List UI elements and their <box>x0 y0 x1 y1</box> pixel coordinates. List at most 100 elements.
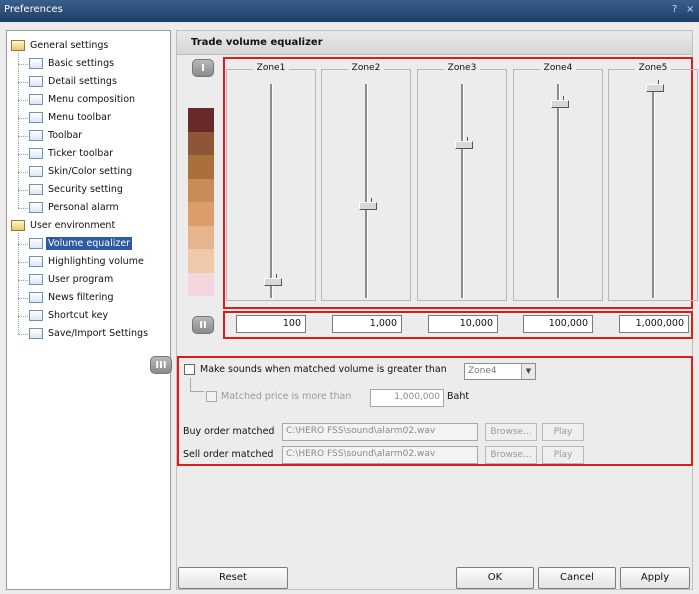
indent-connector <box>190 378 204 392</box>
tree-item-label: News filtering <box>48 292 114 303</box>
page-icon <box>29 58 43 69</box>
tree-connector <box>18 244 28 245</box>
tree-connector <box>18 154 28 155</box>
matched-price-unit: Baht <box>447 391 470 402</box>
sell-browse-button[interactable]: Browse... <box>485 446 537 464</box>
zone-slider-group: Zone5 <box>608 63 698 301</box>
zone-select-value: Zone4 <box>468 366 497 376</box>
color-scale-segment <box>188 202 214 226</box>
page-icon <box>29 130 43 141</box>
tree-item-label: Detail settings <box>48 76 117 87</box>
buy-browse-button[interactable]: Browse... <box>485 423 537 441</box>
tree-item-label: Volume equalizer <box>46 237 133 250</box>
chevron-down-icon[interactable]: ▼ <box>521 364 535 379</box>
ok-button[interactable]: OK <box>456 567 534 589</box>
tree-item-label: Toolbar <box>48 130 83 141</box>
zone-label-wrap: Zone5 <box>609 63 697 73</box>
zone-label: Zone1 <box>252 63 290 73</box>
tree-branch-line <box>18 53 19 208</box>
section-one-badge: I <box>192 59 214 77</box>
page-icon <box>29 256 43 267</box>
slider-thumb[interactable] <box>646 84 664 92</box>
color-scale-segment <box>188 155 214 179</box>
panel-header: Trade volume equalizer <box>177 31 692 55</box>
tree-item-label: Ticker toolbar <box>48 148 114 159</box>
page-icon <box>29 202 43 213</box>
tree-item-label: Highlighting volume <box>48 256 144 267</box>
make-sounds-checkbox[interactable] <box>184 364 195 375</box>
slider-thumb[interactable] <box>264 277 282 286</box>
tree-item-label: User program <box>48 274 114 285</box>
buy-play-button[interactable]: Play <box>542 423 584 441</box>
close-icon[interactable]: × <box>686 4 694 15</box>
zone-slider-group: Zone3 <box>417 63 507 301</box>
tree-connector <box>18 208 28 209</box>
tree-item-label: Shortcut key <box>48 310 109 321</box>
matched-price-label: Matched price is more than <box>221 391 352 402</box>
color-scale-segment <box>188 178 214 202</box>
slider-track[interactable] <box>652 84 655 298</box>
tree-connector <box>18 136 28 137</box>
slider-thumb[interactable] <box>359 202 377 211</box>
slider-track[interactable] <box>461 84 464 298</box>
make-sounds-label: Make sounds when matched volume is great… <box>200 364 447 375</box>
reset-button[interactable]: Reset <box>178 567 288 589</box>
help-icon[interactable]: ? <box>672 4 677 15</box>
zone-value-input[interactable]: 10,000 <box>428 315 498 333</box>
sell-play-button[interactable]: Play <box>542 446 584 464</box>
tree-item-label: Skin/Color setting <box>48 166 133 177</box>
tree-item-label: Save/Import Settings <box>48 328 149 339</box>
zone-label-wrap: Zone1 <box>227 63 315 73</box>
settings-tree: General settings Basic settings Detail set… <box>6 30 171 590</box>
page-icon <box>29 328 43 339</box>
slider-thumb[interactable] <box>455 141 473 150</box>
zone-value-input[interactable]: 1,000,000 <box>619 315 689 333</box>
zone-label: Zone3 <box>443 63 481 73</box>
zone-label-wrap: Zone4 <box>514 63 602 73</box>
page-icon <box>29 148 43 159</box>
tree-item-label: User environment <box>30 220 116 231</box>
tree-item-label: Menu composition <box>48 94 136 105</box>
page-icon <box>29 292 43 303</box>
zone-value-input[interactable]: 100,000 <box>523 315 593 333</box>
tree-connector <box>18 172 28 173</box>
tree-connector <box>18 280 28 281</box>
folder-icon <box>11 220 25 231</box>
sell-sound-path[interactable]: C:\HERO FSS\sound\alarm02.wav <box>282 446 478 464</box>
zone-slider-group: Zone4 <box>513 63 603 301</box>
panel-title: Trade volume equalizer <box>191 37 323 48</box>
tree-connector <box>18 298 28 299</box>
page-icon <box>29 112 43 123</box>
apply-button[interactable]: Apply <box>620 567 690 589</box>
slider-track[interactable] <box>557 84 560 298</box>
page-icon <box>29 184 43 195</box>
zone-value-input[interactable]: 1,000 <box>332 315 402 333</box>
cancel-button[interactable]: Cancel <box>538 567 616 589</box>
sell-order-label: Sell order matched <box>183 449 274 460</box>
matched-price-checkbox[interactable] <box>206 391 217 402</box>
page-icon <box>29 76 43 87</box>
slider-track[interactable] <box>365 84 368 298</box>
buy-order-label: Buy order matched <box>183 426 275 437</box>
folder-icon <box>11 40 25 51</box>
slider-thumb[interactable] <box>551 100 569 109</box>
section-three-badge: III <box>150 356 172 374</box>
matched-price-input[interactable]: 1,000,000 <box>370 389 444 407</box>
tree-connector <box>18 190 28 191</box>
zone-slider-group: Zone1 <box>226 63 316 301</box>
tree-connector <box>18 64 28 65</box>
section-two-badge: II <box>192 316 214 334</box>
slider-track[interactable] <box>270 84 273 298</box>
tree-connector <box>18 100 28 101</box>
zone-value-input[interactable]: 100 <box>236 315 306 333</box>
zone-select[interactable]: Zone4 ▼ <box>464 363 536 380</box>
zone-label: Zone2 <box>347 63 385 73</box>
zone-label: Zone5 <box>634 63 672 73</box>
tree-connector <box>18 82 28 83</box>
zone-slider-group: Zone2 <box>321 63 411 301</box>
tree-connector <box>18 316 28 317</box>
buy-sound-path[interactable]: C:\HERO FSS\sound\alarm02.wav <box>282 423 478 441</box>
window-title: Preferences <box>4 4 63 15</box>
tree-item-label: Security setting <box>48 184 123 195</box>
page-icon <box>29 94 43 105</box>
